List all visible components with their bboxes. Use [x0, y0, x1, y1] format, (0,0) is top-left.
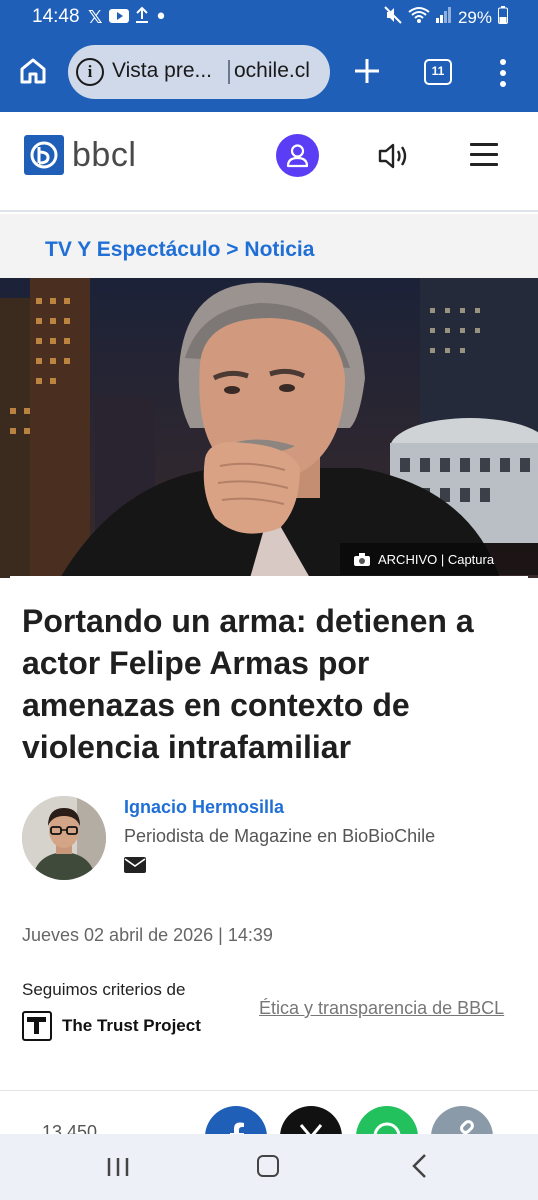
author-name[interactable]: Ignacio Hermosilla [124, 797, 284, 818]
signal-icon [435, 7, 452, 28]
more-vert-icon [500, 59, 506, 87]
author-avatar[interactable] [22, 796, 106, 880]
hamburger-icon-line [470, 143, 498, 146]
notification-icons: 𝕏 • [88, 6, 168, 29]
account-button[interactable] [276, 134, 319, 177]
x-notification-icon: 𝕏 [88, 7, 103, 28]
site-header: bbcl [0, 112, 538, 212]
speaker-icon [378, 143, 407, 169]
url-label: Vista pre... [112, 59, 212, 82]
battery-icon [498, 6, 508, 29]
user-icon [286, 144, 309, 168]
wifi-icon [408, 6, 430, 29]
menu-button[interactable] [470, 143, 498, 167]
breadcrumb[interactable]: TV Y Espectáculo > Noticia [45, 238, 314, 262]
article-card-edge [10, 576, 528, 596]
mute-icon [384, 6, 402, 29]
browser-toolbar: i Vista pre... ochile.cl 11 [0, 36, 538, 112]
breadcrumb-bar: TV Y Espectáculo > Noticia [0, 214, 538, 278]
article-hero-image: ARCHIVO | Captura [0, 278, 538, 578]
site-logo[interactable]: bbcl [24, 135, 136, 175]
trust-project-logo[interactable]: The Trust Project [22, 1011, 201, 1041]
plus-icon [355, 59, 379, 83]
trust-project-icon [22, 1011, 52, 1041]
divider [0, 1090, 538, 1091]
image-caption-bar: ARCHIVO | Captura [340, 543, 538, 575]
info-icon[interactable]: i [76, 58, 104, 86]
url-divider [228, 60, 230, 84]
browser-menu-button[interactable] [498, 58, 508, 88]
status-right: 29% [384, 6, 508, 29]
portrait-photo [0, 278, 538, 578]
ethics-link[interactable]: Ética y transparencia de BBCL [259, 998, 504, 1019]
home-icon [20, 58, 46, 84]
home-nav-button[interactable] [257, 1155, 279, 1177]
status-time: 14:48 [32, 6, 80, 27]
url-domain: ochile.cl [234, 59, 310, 82]
upload-notification-icon [135, 6, 149, 29]
logo-text: bbcl [72, 135, 137, 174]
mail-icon [124, 857, 146, 873]
hamburger-icon-line [470, 163, 498, 166]
dot-notification-icon: • [154, 4, 168, 30]
recent-apps-button[interactable] [106, 1156, 130, 1178]
recents-icon [107, 1158, 129, 1176]
trust-label: Seguimos criterios de [22, 980, 186, 999]
image-caption: ARCHIVO | Captura [378, 551, 495, 567]
back-icon [412, 1154, 426, 1178]
trust-project-name: The Trust Project [62, 1016, 201, 1035]
home-button[interactable] [18, 56, 48, 86]
address-bar[interactable]: i Vista pre... ochile.cl [68, 45, 330, 99]
author-email-button[interactable] [124, 857, 146, 873]
new-tab-button[interactable] [352, 56, 382, 86]
tab-switcher-button[interactable]: 11 [424, 59, 452, 85]
youtube-notification-icon [108, 8, 129, 28]
battery-percent: 29% [457, 7, 492, 27]
back-button[interactable] [410, 1153, 430, 1179]
article-headline: Portando un arma: detienen a actor Felip… [22, 603, 474, 765]
author-photo [22, 796, 106, 880]
author-role: Periodista de Magazine en BioBioChile [124, 826, 436, 846]
listen-button[interactable] [376, 138, 412, 174]
status-bar: 14:48 𝕏 • 29% [0, 0, 538, 36]
bbcl-logo-icon [24, 135, 64, 175]
system-navigation-bar [0, 1134, 538, 1200]
camera-icon [354, 552, 370, 566]
hamburger-icon-line [470, 153, 498, 156]
publish-date: Jueves 02 abril de 2026 | 14:39 [22, 925, 273, 945]
